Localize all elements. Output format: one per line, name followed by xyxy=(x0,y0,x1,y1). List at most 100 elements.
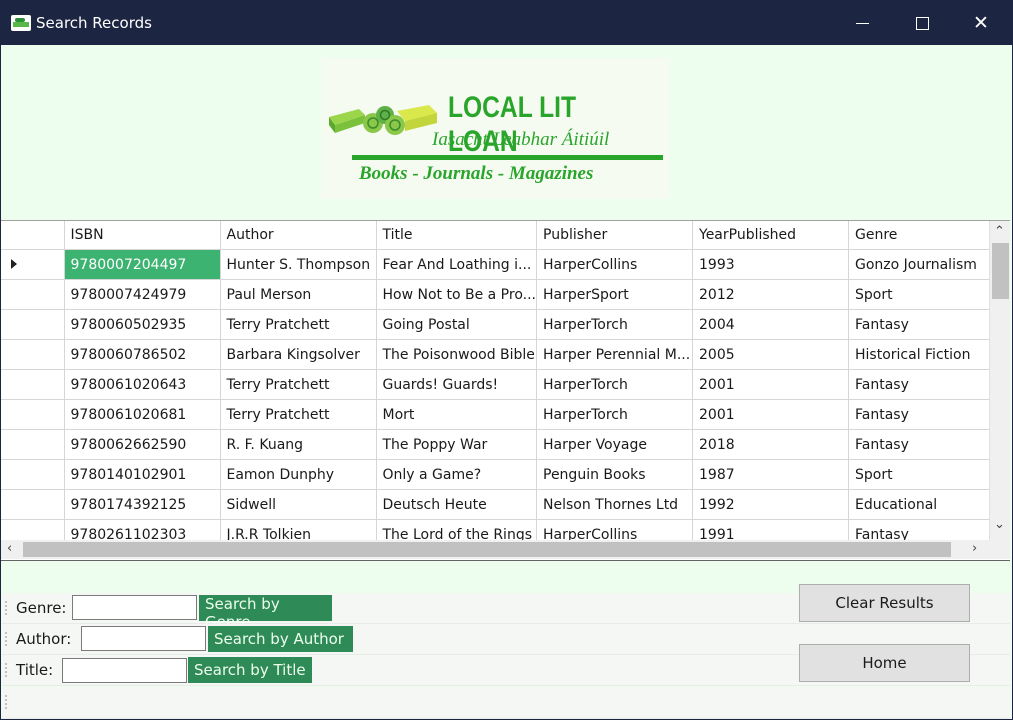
cell-author[interactable]: Terry Pratchett xyxy=(220,309,377,340)
cell-genre[interactable]: Fantasy xyxy=(848,309,1005,340)
table-row[interactable]: 9780174392125 Sidwell Deutsch Heute Nelson … xyxy=(1,489,1005,520)
cell-author[interactable]: Terry Pratchett xyxy=(220,369,377,400)
search-by-genre-button[interactable]: Search by Genre xyxy=(199,595,332,631)
cell-publisher[interactable]: HarperTorch xyxy=(536,369,693,400)
row-header[interactable] xyxy=(1,399,65,430)
column-header[interactable]: Publisher xyxy=(536,221,693,250)
cell-title[interactable]: Deutsch Heute xyxy=(376,489,537,520)
cell-genre[interactable]: Sport xyxy=(848,279,1005,310)
cell-title[interactable]: How Not to Be a Pro... xyxy=(376,279,537,310)
cell-title[interactable]: The Poisonwood Bible xyxy=(376,339,537,370)
cell-publisher[interactable]: Penguin Books xyxy=(536,459,693,490)
maximize-button[interactable] xyxy=(893,1,951,45)
cell-genre[interactable]: Fantasy xyxy=(848,399,1005,430)
table-row[interactable]: 9780140102901 Eamon Dunphy Only a Game? Pen… xyxy=(1,459,1005,490)
cell-genre[interactable]: Fantasy xyxy=(848,369,1005,400)
horizontal-scroll-thumb[interactable] xyxy=(23,542,951,557)
cell-isbn[interactable]: 9780062662590 xyxy=(64,429,221,460)
cell-genre[interactable]: Gonzo Journalism xyxy=(848,249,1005,280)
records-grid[interactable]: ISBN Author Title Publisher YearPublished Gen… xyxy=(1,220,1010,561)
cell-author[interactable]: Barbara Kingsolver xyxy=(220,339,377,370)
cell-isbn[interactable]: 9780061020643 xyxy=(64,369,221,400)
row-header[interactable] xyxy=(1,339,65,370)
row-header[interactable] xyxy=(1,369,65,400)
cell-isbn[interactable]: 9780140102901 xyxy=(64,459,221,490)
cell-year[interactable]: 2018 xyxy=(692,429,849,460)
row-header[interactable] xyxy=(1,279,65,310)
cell-genre[interactable]: Fantasy xyxy=(848,429,1005,460)
cell-genre[interactable]: Educational xyxy=(848,489,1005,520)
scroll-left-icon[interactable]: ‹ xyxy=(7,541,12,556)
cell-isbn[interactable]: 9780061020681 xyxy=(64,399,221,430)
cell-author[interactable]: Eamon Dunphy xyxy=(220,459,377,490)
table-row[interactable]: 9780007424979 Paul Merson How Not to Be a … xyxy=(1,279,1005,310)
cell-isbn[interactable]: 9780060786502 xyxy=(64,339,221,370)
cell-year[interactable]: 1993 xyxy=(692,249,849,280)
column-header[interactable]: YearPublished xyxy=(692,221,849,250)
cell-year[interactable]: 2001 xyxy=(692,369,849,400)
column-header[interactable]: ISBN xyxy=(64,221,221,250)
column-header[interactable]: Title xyxy=(376,221,537,250)
cell-title[interactable]: Guards! Guards! xyxy=(376,369,537,400)
table-row[interactable]: 9780060502935 Terry Pratchett Going Postal… xyxy=(1,309,1005,340)
table-row[interactable]: 9780007204497 Hunter S. Thompson Fear And … xyxy=(1,249,1005,280)
table-row[interactable]: 9780060786502 Barbara Kingsolver The Poiso… xyxy=(1,339,1005,370)
cell-year[interactable]: 1987 xyxy=(692,459,849,490)
cell-author[interactable]: Hunter S. Thompson xyxy=(220,249,377,280)
table-row[interactable]: 9780062662590 R. F. Kuang The Poppy War Har… xyxy=(1,429,1005,460)
vertical-scroll-thumb[interactable] xyxy=(992,243,1009,299)
cell-publisher[interactable]: HarperTorch xyxy=(536,399,693,430)
cell-year[interactable]: 2005 xyxy=(692,339,849,370)
cell-publisher[interactable]: HarperTorch xyxy=(536,309,693,340)
cell-author[interactable]: Terry Pratchett xyxy=(220,399,377,430)
cell-year[interactable]: 2001 xyxy=(692,399,849,430)
cell-publisher[interactable]: Harper Voyage xyxy=(536,429,693,460)
cell-title[interactable]: The Poppy War xyxy=(376,429,537,460)
cell-year[interactable]: 1992 xyxy=(692,489,849,520)
clear-results-button[interactable]: Clear Results xyxy=(799,584,970,622)
horizontal-scrollbar[interactable]: ‹ › xyxy=(1,540,989,559)
cell-year[interactable]: 2004 xyxy=(692,309,849,340)
cell-publisher[interactable]: Nelson Thornes Ltd xyxy=(536,489,693,520)
minimize-button[interactable] xyxy=(833,1,891,45)
cell-title[interactable]: Mort xyxy=(376,399,537,430)
cell-isbn[interactable]: 9780007424979 xyxy=(64,279,221,310)
row-header[interactable] xyxy=(1,459,65,490)
cell-author[interactable]: Paul Merson xyxy=(220,279,377,310)
search-by-author-button[interactable]: Search by Author xyxy=(208,626,353,652)
home-button[interactable]: Home xyxy=(799,644,970,682)
scroll-down-icon[interactable]: ⌄ xyxy=(994,517,1005,532)
cell-author[interactable]: R. F. Kuang xyxy=(220,429,377,460)
table-row[interactable]: 9780061020643 Terry Pratchett Guards! Guar… xyxy=(1,369,1005,400)
genre-input[interactable] xyxy=(72,595,197,620)
scroll-up-icon[interactable]: ⌃ xyxy=(994,224,1005,239)
cell-genre[interactable]: Sport xyxy=(848,459,1005,490)
toolstrip-grip[interactable] xyxy=(5,600,7,616)
row-header[interactable] xyxy=(1,429,65,460)
search-by-title-button[interactable]: Search by Title xyxy=(188,657,312,683)
toolstrip-grip[interactable] xyxy=(5,631,7,647)
cell-title[interactable]: Fear And Loathing i... xyxy=(376,249,537,280)
cell-publisher[interactable]: Harper Perennial M... xyxy=(536,339,693,370)
toolstrip-grip[interactable] xyxy=(5,662,7,678)
cell-isbn[interactable]: 9780060502935 xyxy=(64,309,221,340)
cell-genre[interactable]: Historical Fiction xyxy=(848,339,1005,370)
author-input[interactable] xyxy=(81,626,206,651)
cell-publisher[interactable]: HarperSport xyxy=(536,279,693,310)
vertical-scrollbar[interactable]: ⌃ ⌄ xyxy=(989,221,1010,540)
scroll-right-icon[interactable]: › xyxy=(972,541,977,556)
column-header[interactable]: Author xyxy=(220,221,377,250)
toolstrip-grip[interactable] xyxy=(5,694,7,710)
row-header[interactable] xyxy=(1,489,65,520)
cell-year[interactable]: 2012 xyxy=(692,279,849,310)
cell-title[interactable]: Only a Game? xyxy=(376,459,537,490)
title-input[interactable] xyxy=(62,658,187,683)
cell-publisher[interactable]: HarperCollins xyxy=(536,249,693,280)
table-row[interactable]: 9780061020681 Terry Pratchett Mort HarperTo… xyxy=(1,399,1005,430)
cell-title[interactable]: Going Postal xyxy=(376,309,537,340)
cell-isbn[interactable]: 9780174392125 xyxy=(64,489,221,520)
column-header[interactable]: Genre xyxy=(848,221,1005,250)
close-button[interactable]: ✕ xyxy=(952,1,1010,45)
cell-author[interactable]: Sidwell xyxy=(220,489,377,520)
row-header[interactable] xyxy=(1,249,65,280)
